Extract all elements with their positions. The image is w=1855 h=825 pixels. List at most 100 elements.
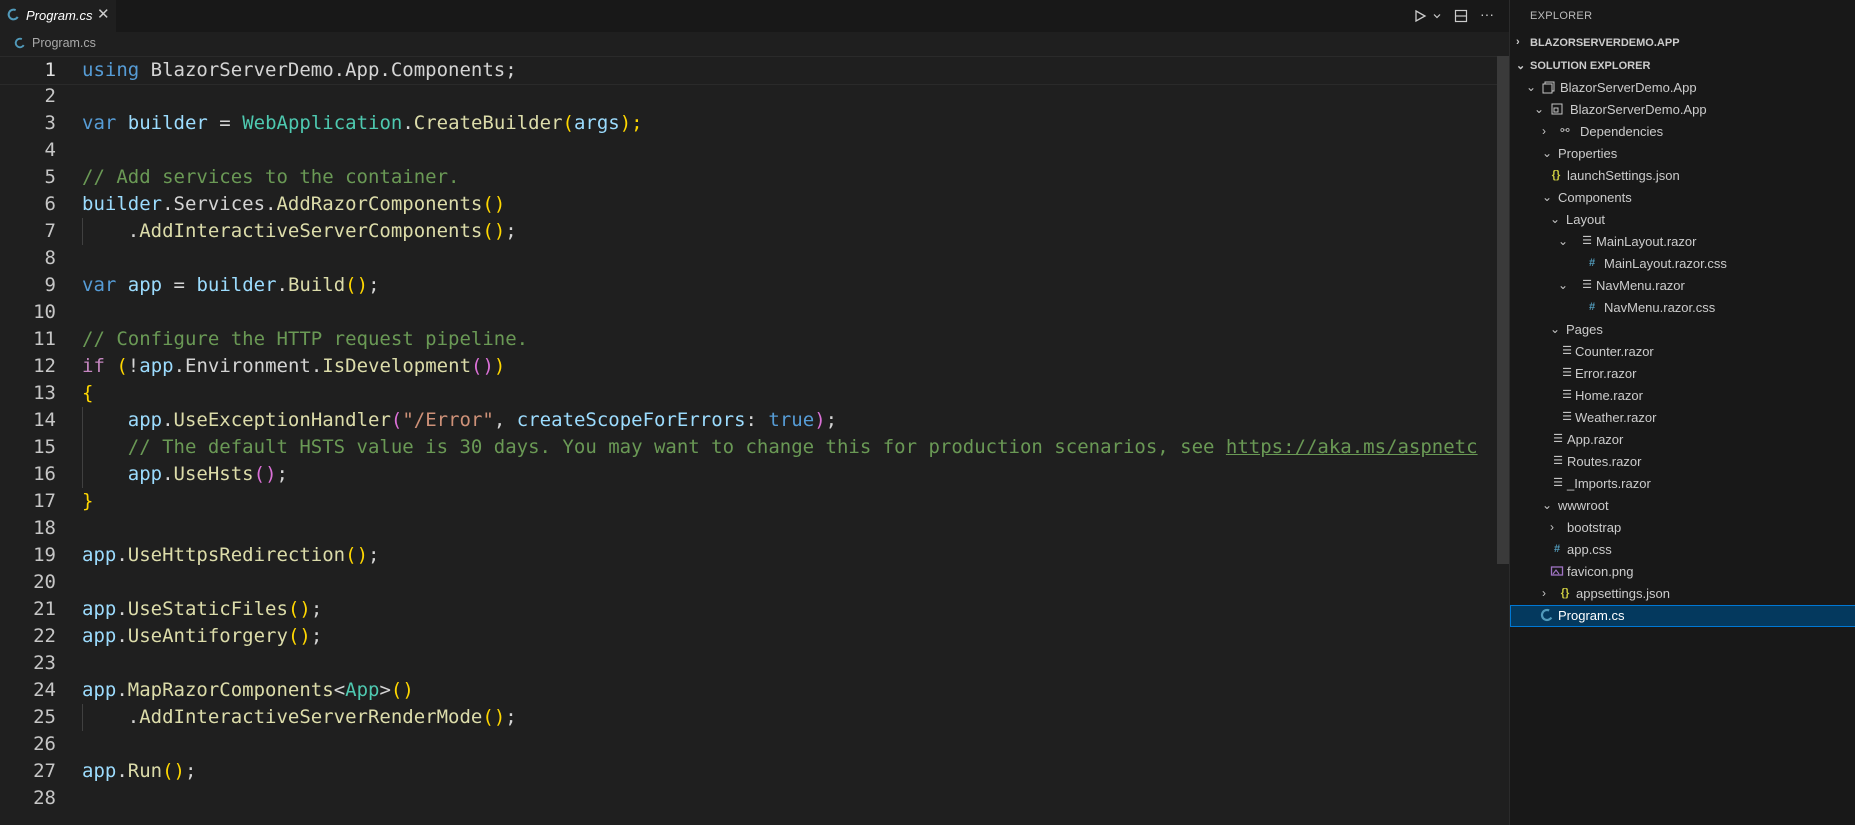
code-line: 27 app.Run(); bbox=[0, 758, 1497, 785]
tree-item-solution[interactable]: ⌄ BlazorServerDemo.App bbox=[1510, 77, 1855, 99]
chevron-down-icon: ⌄ bbox=[1550, 212, 1561, 226]
breadcrumb-item-program-cs[interactable]: Program.cs bbox=[32, 36, 96, 50]
code-line: 25 .AddInteractiveServerRenderMode(); bbox=[0, 704, 1497, 731]
code-text: app.UseExceptionHandler("/Error", create… bbox=[127, 409, 838, 431]
tab-label: Program.cs bbox=[26, 8, 93, 23]
css-file-icon: # bbox=[1553, 543, 1561, 555]
code-line: 16 app.UseHsts(); bbox=[0, 461, 1497, 488]
tree-item-navmenu-css[interactable]: # NavMenu.razor.css bbox=[1510, 297, 1855, 319]
json-file-icon: {} bbox=[1551, 169, 1561, 181]
tree-item-mainlayout-razor[interactable]: ⌄ ☰ MainLayout.razor bbox=[1510, 231, 1855, 253]
code-text: app.UseAntiforgery(); bbox=[82, 625, 323, 647]
code-text: if (!app.Environment.IsDevelopment()) bbox=[82, 355, 506, 377]
code-line: 24 app.MapRazorComponents<App>() bbox=[0, 677, 1497, 704]
line-number: 15 bbox=[33, 436, 56, 458]
tab-bar: Program.cs ✕ ··· bbox=[0, 0, 1509, 32]
code-text: app.UseStaticFiles(); bbox=[82, 598, 323, 620]
line-number: 26 bbox=[33, 733, 56, 755]
explorer-title: EXPLORER bbox=[1530, 10, 1593, 22]
chevron-right-icon: › bbox=[1516, 36, 1520, 48]
split-editor-icon[interactable] bbox=[1451, 6, 1471, 26]
line-number: 11 bbox=[33, 328, 56, 350]
tree-item-layout[interactable]: ⌄ Layout bbox=[1510, 209, 1855, 231]
tree-item-imports-razor[interactable]: ☰ _Imports.razor bbox=[1510, 473, 1855, 495]
tree-item-favicon[interactable]: favicon.png bbox=[1510, 561, 1855, 583]
scrollbar-thumb[interactable] bbox=[1497, 56, 1509, 564]
code-line: 15 // The default HSTS value is 30 days.… bbox=[0, 434, 1497, 461]
tree-item-counter-razor[interactable]: ☰ Counter.razor bbox=[1510, 341, 1855, 363]
comment-link[interactable]: https://aka.ms/aspnetc bbox=[1226, 436, 1478, 458]
code-line: 9 var app = builder.Build(); bbox=[0, 272, 1497, 299]
line-number: 28 bbox=[33, 787, 56, 809]
code-line: 22 app.UseAntiforgery(); bbox=[0, 623, 1497, 650]
code-text: { bbox=[82, 382, 94, 404]
razor-file-icon: ☰ bbox=[1562, 367, 1572, 379]
code-line: 11 // Configure the HTTP request pipelin… bbox=[0, 326, 1497, 353]
razor-file-icon: ☰ bbox=[1553, 455, 1563, 467]
code-text: app.UseHttpsRedirection(); bbox=[82, 544, 380, 566]
chevron-down-icon: ⌄ bbox=[1526, 80, 1537, 94]
chevron-down-icon: ⌄ bbox=[1534, 102, 1545, 116]
line-number: 6 bbox=[44, 193, 56, 215]
code-line: 2 bbox=[0, 83, 1497, 110]
code-line: 6 builder.Services.AddRazorComponents() bbox=[0, 191, 1497, 218]
line-number: 23 bbox=[33, 652, 56, 674]
code-editor[interactable]: 1 using BlazorServerDemo.App.Components;… bbox=[0, 56, 1497, 825]
tree-item-wwwroot[interactable]: ⌄ wwwroot bbox=[1510, 495, 1855, 517]
razor-file-icon: ☰ bbox=[1582, 279, 1592, 291]
razor-file-icon: ☰ bbox=[1562, 389, 1572, 401]
code-comment: // Configure the HTTP request pipeline. bbox=[82, 328, 529, 350]
tree-item-appsettings[interactable]: › {} appsettings.json bbox=[1510, 583, 1855, 605]
code-line: 23 bbox=[0, 650, 1497, 677]
tree-item-error-razor[interactable]: ☰ Error.razor bbox=[1510, 363, 1855, 385]
razor-file-icon: ☰ bbox=[1582, 235, 1592, 247]
code-line: 7 .AddInteractiveServerComponents(); bbox=[0, 218, 1497, 245]
json-file-icon: {} bbox=[1560, 587, 1570, 599]
chevron-down-icon: ⌄ bbox=[1542, 498, 1553, 512]
code-text: var builder = WebApplication.CreateBuild… bbox=[82, 112, 643, 134]
csharp-file-icon bbox=[7, 8, 20, 21]
chevron-right-icon: › bbox=[1542, 586, 1546, 600]
tree-item-components[interactable]: ⌄ Components bbox=[1510, 187, 1855, 209]
line-number: 25 bbox=[33, 706, 56, 728]
code-line: 12 if (!app.Environment.IsDevelopment()) bbox=[0, 353, 1497, 380]
tree-item-launchsettings[interactable]: {} launchSettings.json bbox=[1510, 165, 1855, 187]
tree-item-dependencies[interactable]: › ⚯ Dependencies bbox=[1510, 121, 1855, 143]
close-tab-icon[interactable]: ✕ bbox=[97, 6, 110, 24]
line-number: 1 bbox=[44, 59, 56, 81]
line-number: 8 bbox=[44, 247, 56, 269]
tree-item-program-cs[interactable]: Program.cs bbox=[1510, 605, 1855, 627]
tree-item-pages[interactable]: ⌄ Pages bbox=[1510, 319, 1855, 341]
code-line: 10 bbox=[0, 299, 1497, 326]
tree-item-app-razor[interactable]: ☰ App.razor bbox=[1510, 429, 1855, 451]
tab-program-cs[interactable]: Program.cs ✕ bbox=[0, 0, 116, 32]
workspace-section-header[interactable]: › BLAZORSERVERDEMO.APP bbox=[1510, 33, 1855, 55]
run-dropdown-icon[interactable] bbox=[1430, 6, 1444, 26]
chevron-down-icon: ⌄ bbox=[1542, 190, 1553, 204]
chevron-down-icon: ⌄ bbox=[1550, 322, 1561, 336]
tree-item-bootstrap[interactable]: › bootstrap bbox=[1510, 517, 1855, 539]
chevron-down-icon: ⌄ bbox=[1542, 146, 1553, 160]
tree-item-properties[interactable]: ⌄ Properties bbox=[1510, 143, 1855, 165]
line-number: 14 bbox=[33, 409, 56, 431]
line-number: 16 bbox=[33, 463, 56, 485]
csharp-file-icon bbox=[1540, 608, 1554, 622]
run-icon[interactable] bbox=[1410, 6, 1430, 26]
line-number: 13 bbox=[33, 382, 56, 404]
csharp-file-icon bbox=[14, 37, 26, 49]
line-number: 2 bbox=[44, 85, 56, 107]
chevron-down-icon: ⌄ bbox=[1516, 60, 1526, 72]
tree-item-project[interactable]: ⌄ BlazorServerDemo.App bbox=[1510, 99, 1855, 121]
editor-area[interactable]: Program.cs ✕ ··· Program.cs 1 using Blaz… bbox=[0, 0, 1509, 825]
code-text: } bbox=[82, 490, 94, 512]
tree-item-app-css[interactable]: # app.css bbox=[1510, 539, 1855, 561]
tree-item-home-razor[interactable]: ☰ Home.razor bbox=[1510, 385, 1855, 407]
solution-explorer-header[interactable]: ⌄ SOLUTION EXPLORER bbox=[1510, 56, 1855, 78]
css-file-icon: # bbox=[1588, 301, 1596, 313]
tree-item-weather-razor[interactable]: ☰ Weather.razor bbox=[1510, 407, 1855, 429]
tree-item-routes-razor[interactable]: ☰ Routes.razor bbox=[1510, 451, 1855, 473]
more-actions-icon[interactable]: ··· bbox=[1476, 4, 1498, 24]
tree-item-mainlayout-css[interactable]: # MainLayout.razor.css bbox=[1510, 253, 1855, 275]
code-line: 20 bbox=[0, 569, 1497, 596]
tree-item-navmenu-razor[interactable]: ⌄ ☰ NavMenu.razor bbox=[1510, 275, 1855, 297]
